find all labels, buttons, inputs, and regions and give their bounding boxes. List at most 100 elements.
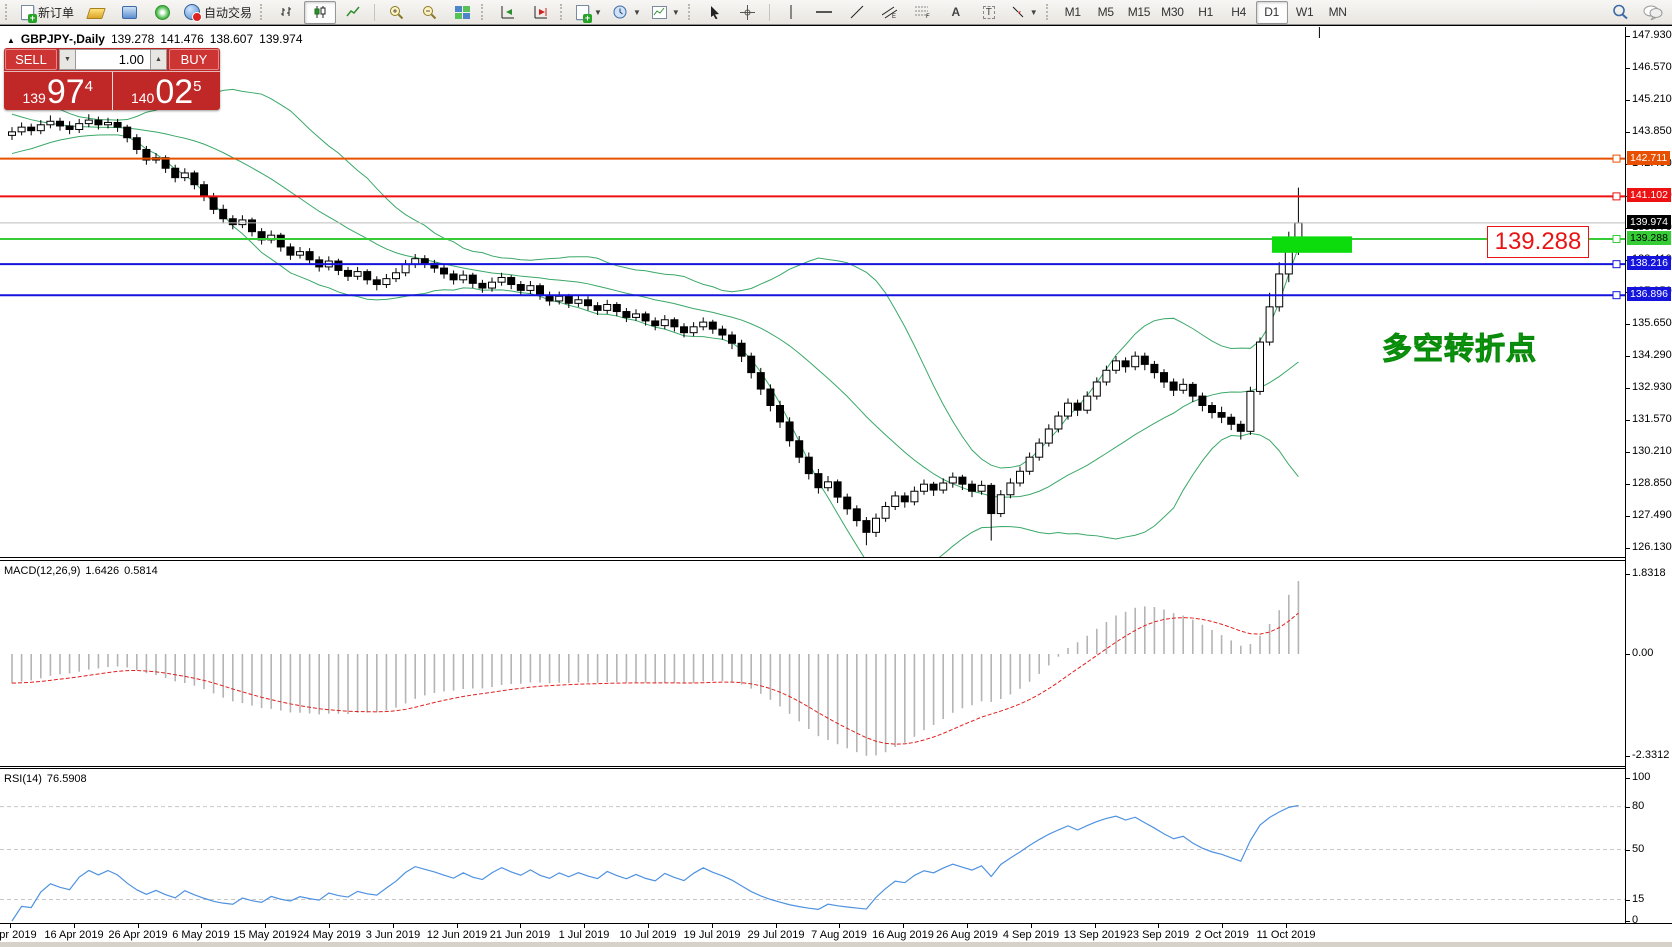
toolbar-grip[interactable]: [560, 4, 566, 20]
date-tick: [903, 924, 904, 928]
timeframe-W1[interactable]: W1: [1289, 1, 1321, 24]
templates-button[interactable]: ▼: [647, 1, 685, 24]
candle-body: [1228, 417, 1235, 424]
macd-pane[interactable]: [0, 561, 1625, 766]
candle-body: [873, 518, 880, 532]
candle-body: [1170, 382, 1177, 390]
timeframe-M30[interactable]: M30: [1156, 1, 1188, 24]
candle-body: [1026, 457, 1033, 471]
crosshair-button[interactable]: [732, 1, 764, 24]
date-tick: [1158, 924, 1159, 928]
cursor-button[interactable]: [699, 1, 731, 24]
hline-anchor[interactable]: [1613, 236, 1620, 243]
axis-price-label-142.711[interactable]: 142.711: [1627, 151, 1670, 165]
toolbar-grip[interactable]: [481, 4, 487, 20]
date-label: 1 Jul 2019: [559, 929, 610, 941]
axis-price-label-136.896[interactable]: 136.896: [1627, 287, 1671, 301]
buy-button[interactable]: BUY: [169, 49, 219, 70]
zoom-out-button[interactable]: [413, 1, 445, 24]
price-pane[interactable]: [0, 27, 1625, 557]
chart-shift-icon: [533, 5, 549, 19]
candlestick-chart-button[interactable]: [304, 1, 336, 24]
search-button[interactable]: [1604, 1, 1636, 24]
toolbar-grip[interactable]: [5, 4, 11, 20]
vertical-line-button[interactable]: [775, 1, 807, 24]
tile-windows-button[interactable]: [446, 1, 478, 24]
buy-price[interactable]: 140 02 5: [113, 72, 221, 110]
price-axis[interactable]: 147.930146.570145.210143.850142.490141.1…: [1625, 27, 1672, 923]
trendline-button[interactable]: [841, 1, 873, 24]
collapse-panel-arrow[interactable]: ▲: [7, 36, 15, 45]
candle-body: [786, 422, 793, 441]
axis-tick: [1626, 574, 1630, 575]
new-order-button[interactable]: + 新订单: [16, 1, 79, 24]
chat-button[interactable]: [1637, 1, 1669, 24]
template-icon: [652, 6, 667, 19]
candle-body: [767, 389, 774, 405]
periods-button[interactable]: ▼: [608, 1, 646, 24]
fibonacci-button[interactable]: F: [907, 1, 939, 24]
date-label: 29 Jul 2019: [748, 929, 805, 941]
bar-chart-button[interactable]: [271, 1, 303, 24]
candle-body: [565, 296, 572, 303]
hline-anchor[interactable]: [1613, 292, 1620, 299]
timeframe-H1[interactable]: H1: [1190, 1, 1222, 24]
text-button[interactable]: A: [940, 1, 972, 24]
text-label-button[interactable]: T: [973, 1, 1005, 24]
hline-anchor[interactable]: [1613, 261, 1620, 268]
volume-down-button[interactable]: ▼: [59, 49, 76, 70]
date-tick: [839, 924, 840, 928]
timeframe-M1[interactable]: M1: [1057, 1, 1089, 24]
axis-tick: [1626, 68, 1630, 69]
rsi-pane[interactable]: [0, 769, 1625, 923]
line-chart-button[interactable]: [337, 1, 369, 24]
timeframe-MN[interactable]: MN: [1322, 1, 1354, 24]
date-label: 12 Jun 2019: [427, 929, 488, 941]
date-axis[interactable]: 7 Apr 201916 Apr 201926 Apr 20196 May 20…: [0, 923, 1672, 942]
candle-body: [1237, 424, 1244, 431]
rsi-tick-label: 50: [1632, 843, 1644, 855]
candle-body: [748, 356, 755, 372]
timeframe-H4[interactable]: H4: [1223, 1, 1255, 24]
toolbar-grip[interactable]: [260, 4, 266, 20]
axis-price-label-141.102[interactable]: 141.102: [1627, 188, 1671, 202]
new-chart-button[interactable]: +▼: [571, 1, 607, 24]
macd-label: MACD(12,26,9): [4, 565, 80, 577]
turning-point-annotation[interactable]: 多空转折点: [1382, 324, 1537, 368]
strategy-tester-button[interactable]: [146, 1, 178, 24]
timeframe-M5[interactable]: M5: [1090, 1, 1122, 24]
hline-anchor[interactable]: [1613, 155, 1620, 162]
sell-button[interactable]: SELL: [5, 49, 57, 70]
axis-price-label-139.288[interactable]: 139.288: [1627, 231, 1671, 245]
svg-text:E: E: [892, 14, 896, 19]
hline-anchor[interactable]: [1613, 193, 1620, 200]
candle-body: [844, 497, 851, 509]
candle-body: [1007, 483, 1014, 495]
market-watch-button[interactable]: [80, 1, 112, 24]
toolbar-grip[interactable]: [688, 4, 694, 20]
axis-price-label-138.216[interactable]: 138.216: [1627, 256, 1671, 270]
price-annotation-box[interactable]: 139.288: [1487, 226, 1589, 258]
zoom-in-button[interactable]: [380, 1, 412, 24]
timeframe-M15[interactable]: M15: [1123, 1, 1155, 24]
search-icon: [1612, 4, 1628, 20]
autotrade-button[interactable]: 自动交易: [179, 1, 257, 24]
auto-scroll-button[interactable]: [492, 1, 524, 24]
toolbar-grip[interactable]: [1046, 4, 1052, 20]
date-tick: [457, 924, 458, 928]
sell-price[interactable]: 139 97 4: [4, 72, 113, 110]
channel-button[interactable]: E: [874, 1, 906, 24]
horizontal-line-button[interactable]: [808, 1, 840, 24]
price-tick-label: 143.850: [1632, 125, 1672, 137]
timeframe-D1[interactable]: D1: [1256, 1, 1288, 24]
volume-input[interactable]: 1.00: [76, 49, 150, 70]
highlight-zone[interactable]: [1272, 236, 1352, 252]
volume-up-button[interactable]: ▲: [150, 49, 167, 70]
candle-body: [921, 484, 928, 491]
date-label: 2 Oct 2019: [1195, 929, 1249, 941]
axis-price-label-139.974[interactable]: 139.974: [1627, 215, 1671, 229]
axis-tick: [1626, 807, 1630, 808]
chart-shift-button[interactable]: [525, 1, 557, 24]
arrows-button[interactable]: ▼: [1006, 1, 1043, 24]
terminal-button[interactable]: [113, 1, 145, 24]
